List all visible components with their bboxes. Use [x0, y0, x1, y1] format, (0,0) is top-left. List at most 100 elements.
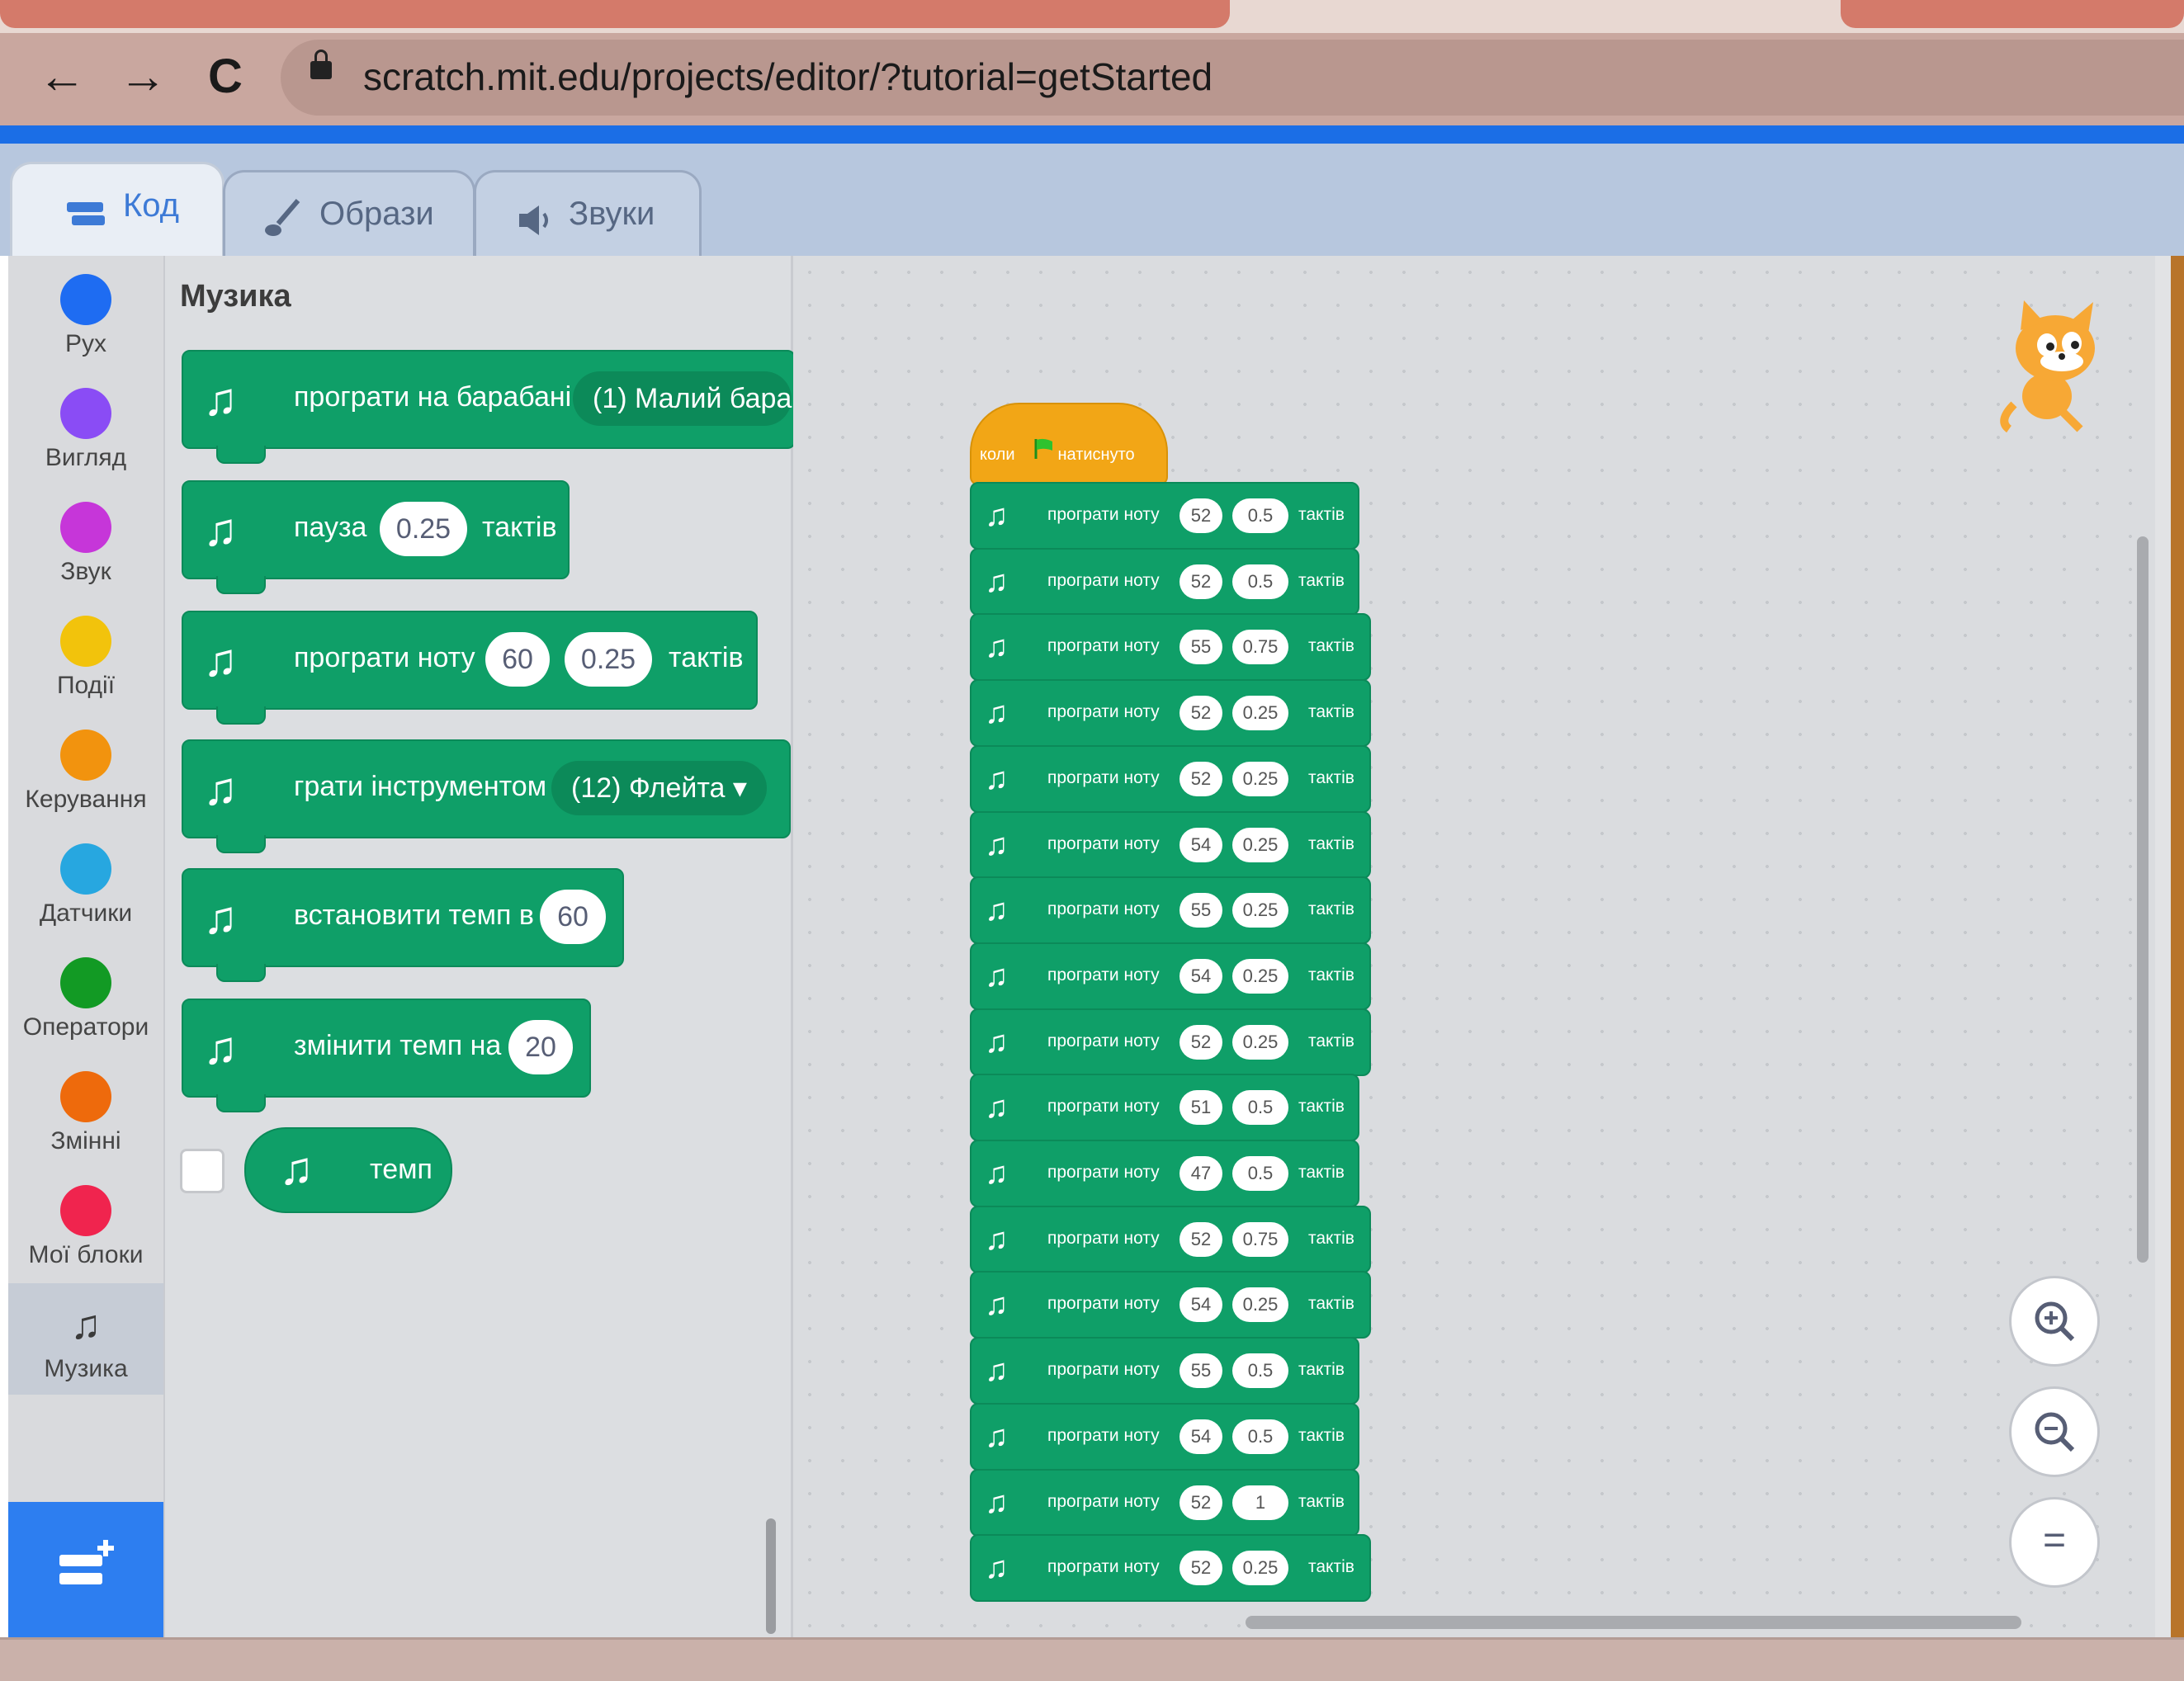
play-note-block[interactable]: ♫ програти ноту 55 0.25 тактів — [970, 876, 1371, 944]
browser-tab[interactable] — [0, 0, 1230, 28]
beats-input[interactable]: 0.25 — [1232, 893, 1288, 928]
block-text: програти ноту — [1047, 1360, 1160, 1379]
workspace-vertical-scrollbar[interactable] — [2137, 536, 2149, 1263]
tempo-monitor-checkbox[interactable] — [180, 1149, 225, 1193]
back-button[interactable]: ← — [33, 48, 91, 106]
instrument-dropdown[interactable]: (12) Флейта ▾ — [551, 761, 767, 815]
category-operators[interactable]: Оператори — [8, 957, 163, 1041]
beats-input[interactable]: 0.25 — [1232, 696, 1288, 730]
block-play-note[interactable]: ♫ програти ноту 60 0.25 тактів — [182, 611, 758, 725]
category-sensing[interactable]: Датчики — [8, 843, 163, 928]
zoom-in-button[interactable] — [2009, 1276, 2100, 1367]
play-note-block[interactable]: ♫ програти ноту 54 0.25 тактів — [970, 1271, 1371, 1339]
browser-tab[interactable] — [1841, 0, 2184, 28]
beats-input[interactable]: 0.25 — [1232, 1551, 1288, 1585]
play-note-block[interactable]: ♫ програти ноту 54 0.25 тактів — [970, 942, 1371, 1010]
beats-input[interactable]: 0.75 — [1232, 1222, 1288, 1257]
tempo-change-input[interactable]: 20 — [508, 1020, 573, 1074]
beats-input[interactable]: 0.5 — [1232, 1419, 1288, 1454]
play-note-block[interactable]: ♫ програти ноту 52 0.75 тактів — [970, 1206, 1371, 1273]
note-input[interactable]: 51 — [1179, 1090, 1222, 1125]
category-variables[interactable]: Змінні — [8, 1071, 163, 1155]
beats-input[interactable]: 0.5 — [1232, 498, 1288, 533]
beats-input[interactable]: 0.25 — [1232, 959, 1288, 994]
tab-code[interactable]: Код — [10, 162, 225, 258]
play-note-block[interactable]: ♫ програти ноту 52 0.25 тактів — [970, 1008, 1371, 1076]
category-looks[interactable]: Вигляд — [8, 388, 163, 472]
palette-scrollbar[interactable] — [766, 1518, 776, 1634]
category-operators-label: Оператори — [22, 1013, 149, 1041]
beats-input[interactable]: 0.25 — [1232, 1025, 1288, 1060]
block-tempo-reporter[interactable]: ♫ темп — [244, 1127, 452, 1213]
workspace-horizontal-scrollbar[interactable] — [1246, 1616, 2021, 1629]
note-input[interactable]: 54 — [1179, 828, 1222, 862]
beats-input[interactable]: 0.25 — [565, 632, 652, 687]
block-set-instrument[interactable]: ♫ грати інструментом (12) Флейта ▾ — [182, 739, 791, 853]
drum-dropdown[interactable]: (1) Малий бара — [573, 371, 792, 426]
beats-input[interactable]: 0.5 — [1232, 1156, 1288, 1191]
play-note-block[interactable]: ♫ програти ноту 52 1 тактів — [970, 1469, 1359, 1537]
note-input[interactable]: 60 — [485, 632, 550, 687]
note-input[interactable]: 55 — [1179, 630, 1222, 664]
note-input[interactable]: 52 — [1179, 564, 1222, 599]
play-note-block[interactable]: ♫ програти ноту 54 0.25 тактів — [970, 811, 1371, 879]
zoom-reset-button[interactable]: = — [2009, 1497, 2100, 1588]
category-sound[interactable]: Звук — [8, 502, 163, 586]
note-input[interactable]: 55 — [1179, 893, 1222, 928]
block-change-tempo[interactable]: ♫ змінити темп на 20 — [182, 999, 591, 1112]
note-input[interactable]: 52 — [1179, 762, 1222, 796]
play-note-block[interactable]: ♫ програти ноту 52 0.25 тактів — [970, 745, 1371, 813]
note-input[interactable]: 52 — [1179, 1551, 1222, 1585]
address-bar[interactable]: scratch.mit.edu/projects/editor/?tutoria… — [281, 40, 2184, 116]
beats-input[interactable]: 0.25 — [1232, 762, 1288, 796]
play-note-block[interactable]: ♫ програти ноту 55 0.5 тактів — [970, 1337, 1359, 1405]
play-note-block[interactable]: ♫ програти ноту 52 0.5 тактів — [970, 548, 1359, 616]
play-note-block[interactable]: ♫ програти ноту 52 0.25 тактів — [970, 679, 1371, 747]
note-input[interactable]: 54 — [1179, 959, 1222, 994]
note-input[interactable]: 52 — [1179, 498, 1222, 533]
play-note-block[interactable]: ♫ програти ноту 51 0.5 тактів — [970, 1074, 1359, 1141]
play-note-block[interactable]: ♫ програти ноту 55 0.75 тактів — [970, 613, 1371, 681]
forward-button[interactable]: → — [114, 48, 172, 106]
beats-input[interactable]: 0.5 — [1232, 1353, 1288, 1388]
reload-button[interactable]: C — [196, 48, 254, 106]
note-input[interactable]: 52 — [1179, 696, 1222, 730]
tab-code-label: Код — [123, 187, 180, 224]
block-play-drum[interactable]: ♫ програти на барабані (1) Малий бара — [182, 350, 796, 464]
beats-input[interactable]: 0.5 — [1232, 564, 1288, 599]
category-events[interactable]: Події — [8, 616, 163, 700]
sprite-cat-icon[interactable] — [1981, 297, 2113, 437]
play-note-block[interactable]: ♫ програти ноту 52 0.5 тактів — [970, 482, 1359, 550]
note-input[interactable]: 47 — [1179, 1156, 1222, 1191]
category-music[interactable]: ♫ Музика — [8, 1299, 163, 1383]
block-rest[interactable]: ♫ пауза 0.25 тактів — [182, 480, 570, 594]
beats-input[interactable]: 0.25 — [1232, 1287, 1288, 1322]
zoom-out-button[interactable] — [2009, 1386, 2100, 1477]
beats-input[interactable]: 0.75 — [1232, 630, 1288, 664]
category-my-blocks[interactable]: Мої блоки — [8, 1185, 163, 1269]
tab-sounds[interactable]: Звуки — [474, 170, 702, 258]
note-input[interactable]: 54 — [1179, 1419, 1222, 1454]
note-input[interactable]: 54 — [1179, 1287, 1222, 1322]
when-flag-clicked-block[interactable]: коли натиснуто — [970, 403, 1168, 485]
tab-costumes[interactable]: Образи — [223, 170, 475, 258]
play-note-block[interactable]: ♫ програти ноту 54 0.5 тактів — [970, 1403, 1359, 1471]
beats-input[interactable]: 0.5 — [1232, 1090, 1288, 1125]
music-notes-icon: ♫ — [985, 828, 1009, 862]
category-motion[interactable]: Рух — [8, 274, 163, 358]
note-input[interactable]: 52 — [1179, 1222, 1222, 1257]
note-input[interactable]: 52 — [1179, 1025, 1222, 1060]
note-input[interactable]: 55 — [1179, 1353, 1222, 1388]
category-control[interactable]: Керування — [8, 730, 163, 814]
music-notes-icon: ♫ — [985, 762, 1009, 796]
rest-beats-input[interactable]: 0.25 — [380, 502, 467, 556]
play-note-block[interactable]: ♫ програти ноту 47 0.5 тактів — [970, 1140, 1359, 1207]
play-note-block[interactable]: ♫ програти ноту 52 0.25 тактів — [970, 1534, 1371, 1602]
add-extension-button[interactable] — [8, 1502, 163, 1637]
note-input[interactable]: 52 — [1179, 1485, 1222, 1520]
music-notes-icon: ♫ — [985, 1025, 1009, 1060]
beats-input[interactable]: 1 — [1232, 1485, 1288, 1520]
tempo-input[interactable]: 60 — [540, 890, 606, 944]
block-set-tempo[interactable]: ♫ встановити темп в 60 — [182, 868, 624, 982]
beats-input[interactable]: 0.25 — [1232, 828, 1288, 862]
